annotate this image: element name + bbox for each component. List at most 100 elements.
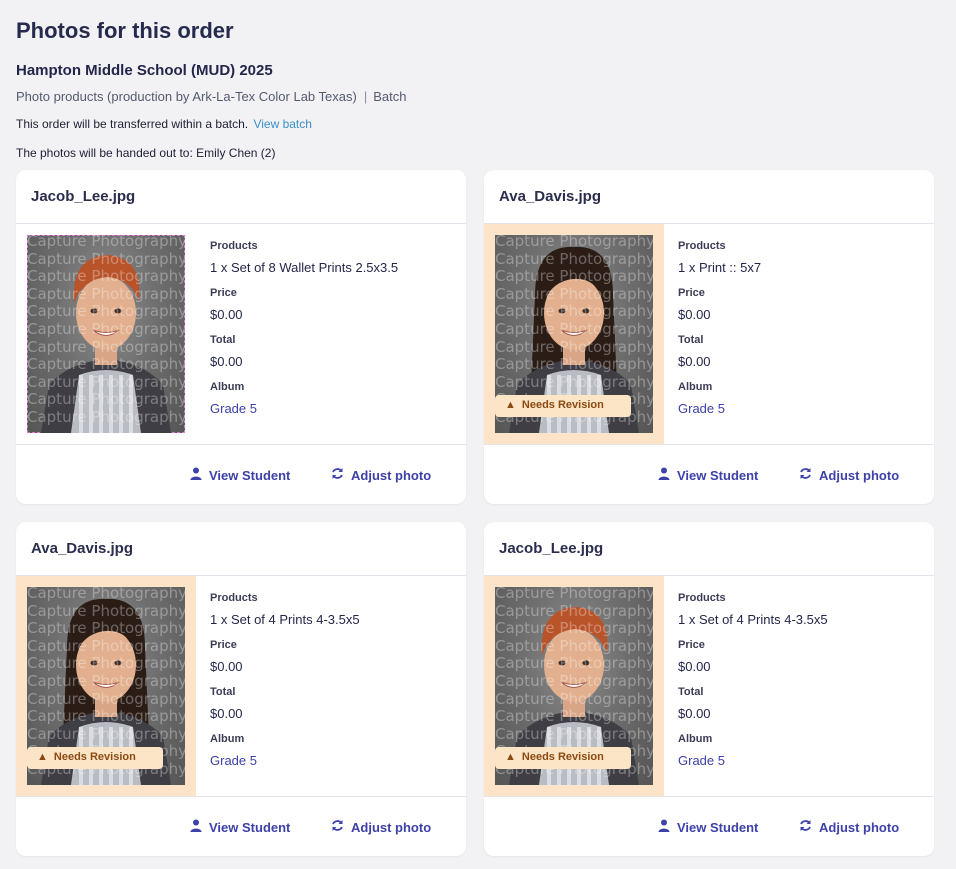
needs-revision-label: Needs Revision xyxy=(53,751,136,763)
total-label: Total xyxy=(678,686,704,698)
needs-revision-badge: ▲ Needs Revision xyxy=(495,747,631,769)
album-label: Album xyxy=(210,381,245,393)
watermark-text: Capture Photography xyxy=(27,235,185,250)
album-link[interactable]: Grade 5 xyxy=(210,753,360,768)
adjust-photo-button[interactable]: Adjust photo xyxy=(331,819,431,835)
watermark-text: Capture Photography xyxy=(27,601,185,620)
total-value: $0.00 xyxy=(210,706,243,721)
student-photo[interactable]: Capture Photography Capture Photography Ca… xyxy=(27,235,185,433)
watermark-text: Capture Photography xyxy=(27,619,185,638)
order-title: Hampton Middle School (MUD) 2025 xyxy=(16,62,273,79)
order-details: Products 1 x Set of 4 Prints 4-3.5x5 Pric… xyxy=(210,592,360,780)
watermark-text: Capture Photography xyxy=(495,355,653,374)
products-label: Products xyxy=(210,592,258,604)
watermark-text: Capture Photography xyxy=(27,672,185,690)
watermark-text: Capture Photography xyxy=(27,390,185,409)
watermark-text: Capture Photography xyxy=(27,654,185,673)
product-value: 1 x Print :: 5x7 xyxy=(678,260,762,275)
products-label: Products xyxy=(678,592,726,604)
needs-revision-badge: ▲ Needs Revision xyxy=(495,395,631,417)
watermark-text: Capture Photography xyxy=(27,636,185,655)
card-filename: Jacob_Lee.jpg xyxy=(484,522,934,576)
watermark-text: Capture Photography xyxy=(495,267,653,286)
user-icon xyxy=(658,467,670,483)
adjust-photo-label: Adjust photo xyxy=(819,819,900,835)
watermark-text: Capture Photography xyxy=(495,587,653,602)
total-value: $0.00 xyxy=(210,354,243,369)
price-value: $0.00 xyxy=(678,307,711,322)
card-filename: Ava_Davis.jpg xyxy=(16,522,466,576)
rotate-icon xyxy=(799,819,812,835)
price-value: $0.00 xyxy=(678,659,711,674)
watermark-text: Capture Photography xyxy=(495,249,653,268)
products-label: Products xyxy=(210,240,258,252)
watermark-text: Capture Photography xyxy=(495,619,653,638)
adjust-photo-button[interactable]: Adjust photo xyxy=(799,467,899,483)
production-text: Photo products (production by Ark-La-Tex… xyxy=(16,89,357,104)
view-student-button[interactable]: View Student xyxy=(190,467,290,483)
watermark-text: Capture Photography xyxy=(27,302,185,321)
watermark-text: Capture Photography xyxy=(27,689,185,708)
watermark-text: Capture Photography xyxy=(495,689,653,708)
adjust-photo-label: Adjust photo xyxy=(819,467,900,483)
watermark-text: Capture Photography xyxy=(495,320,653,338)
user-icon xyxy=(190,467,202,483)
photo-column: Capture Photography Capture Photography Ca… xyxy=(484,224,664,444)
user-icon xyxy=(658,819,670,835)
watermark-text: Capture Photography xyxy=(495,672,653,690)
photo-column: Capture Photography Capture Photography Ca… xyxy=(484,576,664,796)
album-link[interactable]: Grade 5 xyxy=(678,401,761,416)
needs-revision-badge: ▲ Needs Revision xyxy=(27,747,163,769)
product-value: 1 x Set of 4 Prints 4-3.5x5 xyxy=(678,612,828,627)
view-student-button[interactable]: View Student xyxy=(658,467,758,483)
separator: | xyxy=(363,89,368,104)
watermark-text: Capture Photography xyxy=(495,636,653,655)
view-batch-link[interactable]: View batch xyxy=(253,117,311,131)
product-value: 1 x Set of 8 Wallet Prints 2.5x3.5 xyxy=(210,260,399,275)
transfer-notice: This order will be transferred within a … xyxy=(16,117,312,131)
watermark-text: Capture Photography xyxy=(27,587,185,602)
products-meta: Photo products (production by Ark-La-Tex… xyxy=(16,89,406,104)
watermark-text: Capture Photography xyxy=(27,337,185,356)
adjust-photo-button[interactable]: Adjust photo xyxy=(331,467,431,483)
watermark-text: Capture Photography xyxy=(27,320,185,338)
adjust-photo-label: Adjust photo xyxy=(351,467,432,483)
album-label: Album xyxy=(678,381,713,393)
photo-card: Ava_Davis.jpg Capture Photography Capture… xyxy=(484,170,934,504)
view-student-label: View Student xyxy=(209,467,291,483)
watermark-text: Capture Photography xyxy=(495,235,653,250)
view-student-label: View Student xyxy=(677,467,759,483)
transfer-text: This order will be transferred within a … xyxy=(16,117,249,131)
photo-card: Jacob_Lee.jpg Capture Photography Capture… xyxy=(16,170,466,504)
watermark-text: Capture Photography xyxy=(27,249,185,268)
total-value: $0.00 xyxy=(678,706,711,721)
batch-label: Batch xyxy=(373,89,407,104)
watermark-text: Capture Photography xyxy=(495,372,653,391)
order-details: Products 1 x Print :: 5x7 Price $0.00 Tota… xyxy=(678,240,761,428)
total-label: Total xyxy=(210,334,236,346)
watermark-text: Capture Photography xyxy=(27,707,185,726)
view-student-label: View Student xyxy=(209,819,291,835)
watermark-text: Capture Photography xyxy=(27,267,185,286)
watermark-text: Capture Photography xyxy=(27,355,185,374)
photo-card: Ava_Davis.jpg Capture Photography Capture… xyxy=(16,522,466,856)
adjust-photo-label: Adjust photo xyxy=(351,819,432,835)
rotate-icon xyxy=(331,467,344,483)
adjust-photo-button[interactable]: Adjust photo xyxy=(799,819,899,835)
view-student-button[interactable]: View Student xyxy=(658,819,758,835)
album-label: Album xyxy=(678,733,713,745)
order-details: Products 1 x Set of 8 Wallet Prints 2.5x3… xyxy=(210,240,398,428)
album-link[interactable]: Grade 5 xyxy=(210,401,398,416)
album-link[interactable]: Grade 5 xyxy=(678,753,828,768)
watermark-text: Capture Photography xyxy=(495,284,653,303)
view-student-button[interactable]: View Student xyxy=(190,819,290,835)
total-label: Total xyxy=(678,334,704,346)
total-value: $0.00 xyxy=(678,354,711,369)
photo-card: Jacob_Lee.jpg Capture Photography Capture… xyxy=(484,522,934,856)
price-label: Price xyxy=(210,287,237,299)
needs-revision-label: Needs Revision xyxy=(521,399,604,411)
price-value: $0.00 xyxy=(210,307,243,322)
rotate-icon xyxy=(799,467,812,483)
watermark-text: Capture Photography xyxy=(495,601,653,620)
watermark-text: Capture Photography xyxy=(495,707,653,726)
